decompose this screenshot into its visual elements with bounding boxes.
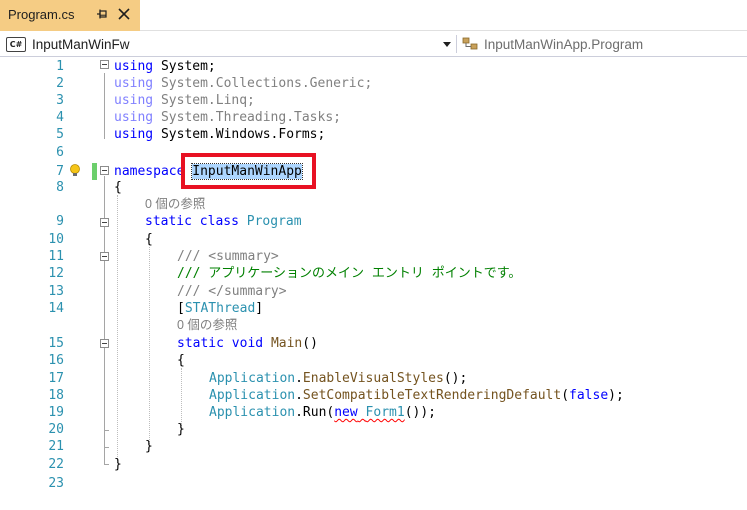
- code-line: 22 }: [0, 456, 747, 473]
- line-number: 21: [48, 439, 64, 454]
- code-line: 19 Application.Run(new Form1());: [0, 404, 747, 421]
- code-text: Application.Run(new Form1());: [209, 405, 436, 420]
- line-number: 13: [48, 284, 64, 299]
- code-text: static void Main(): [177, 336, 318, 351]
- code-line: 17 Application.EnableVisualStyles();: [0, 370, 747, 387]
- code-text: {: [114, 180, 122, 195]
- code-line: 1 using System;: [0, 58, 747, 75]
- line-number: 5: [56, 127, 64, 142]
- csharp-project-icon: C#: [6, 36, 26, 52]
- line-number: 15: [48, 336, 64, 351]
- code-line: 10 {: [0, 231, 747, 248]
- project-name: InputManWinFw: [32, 36, 130, 52]
- scope-name: InputManWinApp.Program: [484, 36, 644, 52]
- line-number: 12: [48, 266, 64, 281]
- code-line: 20 }: [0, 421, 747, 438]
- code-line: 3 using System.Linq;: [0, 92, 747, 109]
- code-text: using System;: [114, 59, 216, 74]
- code-text: using System.Threading.Tasks;: [114, 110, 341, 125]
- line-number: 23: [48, 476, 64, 491]
- code-line: 23: [0, 475, 747, 492]
- code-text: using System.Windows.Forms;: [114, 127, 326, 142]
- code-line: 2 using System.Collections.Generic;: [0, 75, 747, 92]
- code-text: static class Program: [145, 214, 302, 229]
- codelens-references[interactable]: 0 個の参照: [0, 317, 747, 333]
- code-line: 13 /// </summary>: [0, 283, 747, 300]
- highlight-annotation-box: [181, 153, 316, 189]
- code-text: /// アプリケーションのメイン エントリ ポイントです。: [177, 266, 522, 281]
- code-text: /// </summary>: [177, 284, 287, 299]
- line-number: 18: [48, 388, 64, 403]
- error-squiggle-form1: Form1: [365, 405, 405, 420]
- code-line: 7 namespace InputManWinApp: [0, 163, 747, 180]
- line-number: 19: [48, 405, 64, 420]
- code-line: 4 using System.Threading.Tasks;: [0, 109, 747, 126]
- code-text: [STAThread]: [177, 301, 264, 316]
- code-text: }: [145, 439, 153, 454]
- line-number: 9: [56, 214, 64, 229]
- code-line: 21 }: [0, 438, 747, 455]
- line-number: 1: [56, 59, 64, 74]
- tab-title: Program.cs: [8, 7, 75, 22]
- code-text: {: [177, 353, 185, 368]
- code-line: 16 {: [0, 352, 747, 369]
- code-line: 15 static void Main(): [0, 335, 747, 352]
- code-text: Application.SetCompatibleTextRenderingDe…: [209, 388, 624, 403]
- line-number: 10: [48, 232, 64, 247]
- code-text: using System.Linq;: [114, 93, 255, 108]
- line-number: 16: [48, 353, 64, 368]
- code-text: using System.Collections.Generic;: [114, 76, 373, 91]
- code-line: 8 {: [0, 179, 747, 196]
- code-line: 12 /// アプリケーションのメイン エントリ ポイントです。: [0, 265, 747, 282]
- codelens-references[interactable]: 0 個の参照: [0, 196, 747, 212]
- pin-icon[interactable]: [95, 7, 109, 21]
- code-text: }: [177, 422, 185, 437]
- code-line: 18 Application.SetCompatibleTextRenderin…: [0, 387, 747, 404]
- nav-divider: [456, 35, 457, 53]
- code-text: Application.EnableVisualStyles();: [209, 371, 468, 386]
- document-tab-strip: Program.cs: [0, 0, 747, 31]
- code-line: 6: [0, 144, 747, 161]
- type-scope-dropdown[interactable]: InputManWinApp.Program: [460, 33, 747, 55]
- line-number: 14: [48, 301, 64, 316]
- code-editor[interactable]: 1 using System; 2 using System.Collectio…: [0, 57, 747, 510]
- code-line: 11 /// <summary>: [0, 248, 747, 265]
- chevron-down-icon[interactable]: [443, 42, 451, 47]
- tab-program-cs[interactable]: Program.cs: [0, 0, 140, 31]
- close-icon[interactable]: [117, 7, 131, 21]
- line-number: 3: [56, 93, 64, 108]
- code-line: 14 [STAThread]: [0, 300, 747, 317]
- line-number: 17: [48, 371, 64, 386]
- line-number: 22: [48, 457, 64, 472]
- line-number: 8: [56, 180, 64, 195]
- line-number: 4: [56, 110, 64, 125]
- class-icon: [462, 37, 478, 50]
- code-line: 9 static class Program: [0, 213, 747, 230]
- project-dropdown[interactable]: C# InputManWinFw: [4, 33, 454, 55]
- navigation-bar: C# InputManWinFw InputManWinApp.Program: [0, 31, 747, 57]
- code-text: /// <summary>: [177, 249, 279, 264]
- line-number: 2: [56, 76, 64, 91]
- line-number: 11: [48, 249, 64, 264]
- line-number: 20: [48, 422, 64, 437]
- code-text: {: [145, 232, 153, 247]
- line-number: 6: [56, 145, 64, 160]
- line-number: 7: [56, 164, 64, 179]
- code-line: 5 using System.Windows.Forms;: [0, 126, 747, 143]
- code-text: }: [114, 457, 122, 472]
